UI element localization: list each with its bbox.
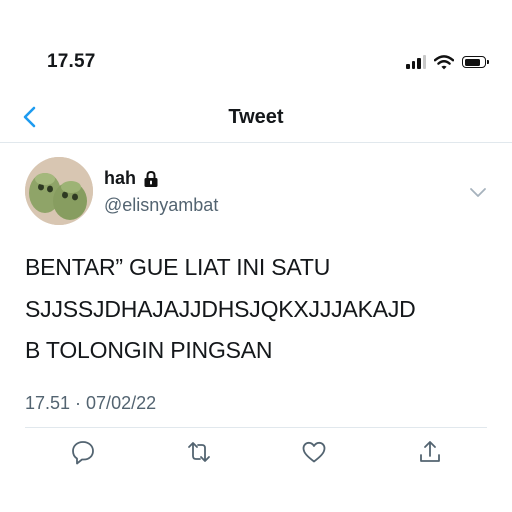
like-icon[interactable] — [300, 438, 328, 466]
tweet-text: BENTAR” GUE LIAT INI SATU SJJSSJDHAJAJJD… — [25, 247, 495, 372]
tweet-actions — [0, 438, 512, 472]
chevron-down-icon[interactable] — [468, 185, 488, 199]
status-icons — [406, 52, 489, 72]
navigation-bar: Tweet — [0, 94, 512, 143]
display-name: hah — [104, 168, 137, 188]
tweet-text-line: BENTAR” GUE LIAT INI SATU — [25, 254, 331, 280]
tweet-text-line: B TOLONGIN PINGSAN — [25, 337, 273, 363]
tweet-timestamp[interactable]: 17.51 · 07/02/22 — [25, 393, 156, 414]
status-bar: 17.57 — [0, 0, 512, 90]
wifi-icon — [434, 54, 454, 69]
cellular-signal-icon — [406, 55, 426, 69]
author-name-row[interactable]: hah — [104, 168, 159, 189]
battery-icon — [462, 56, 489, 68]
lock-icon — [144, 170, 158, 187]
tweet-text-line: SJJSSJDHAJAJJDHSJQKXJJJAKAJD — [25, 295, 416, 322]
reply-icon[interactable] — [69, 438, 97, 466]
share-icon[interactable] — [416, 438, 444, 466]
page-title: Tweet — [228, 106, 284, 128]
retweet-icon[interactable] — [185, 438, 213, 466]
avatar-image — [25, 157, 93, 225]
avatar[interactable] — [25, 157, 93, 225]
divider — [25, 427, 487, 428]
status-time: 17.57 — [47, 51, 96, 72]
user-handle[interactable]: @elisnyambat — [104, 195, 218, 216]
